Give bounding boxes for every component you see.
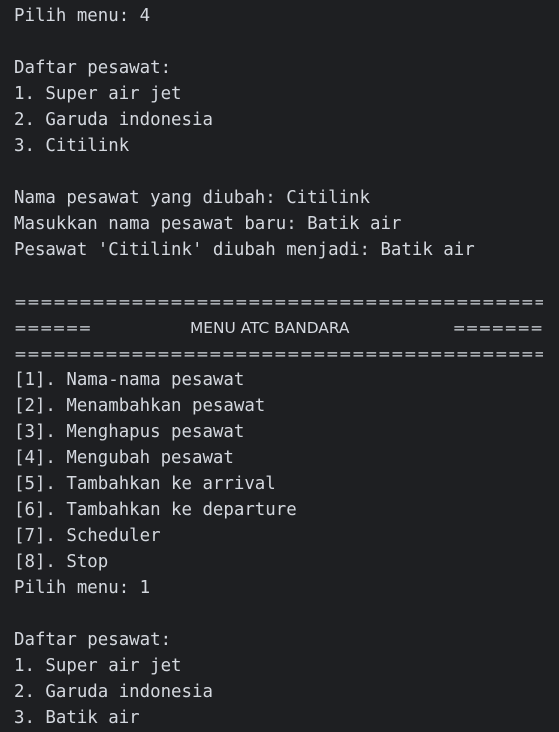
- console-line: Daftar pesawat:: [14, 630, 172, 650]
- menu-title: MENU ATC BANDARA: [190, 319, 350, 337]
- menu-item: [1]. Nama-nama pesawat: [14, 370, 245, 390]
- console-line: 1. Super air jet: [14, 656, 182, 676]
- menu-item: [4]. Mengubah pesawat: [14, 448, 234, 468]
- console-line: 1. Super air jet: [14, 84, 182, 104]
- console-line: Pesawat 'Citilink' diubah menjadi: Batik…: [14, 240, 475, 260]
- console-line: Pilih menu: 4: [14, 6, 151, 26]
- console-line: 2. Garuda indonesia: [14, 110, 213, 130]
- menu-item: [7]. Scheduler: [14, 526, 161, 546]
- console-line: Nama pesawat yang diubah: Citilink: [14, 188, 370, 208]
- menu-item: [6]. Tambahkan ke departure: [14, 500, 297, 520]
- separator-line: ========================================…: [14, 293, 543, 311]
- console-line: 2. Garuda indonesia: [14, 682, 213, 702]
- menu-item: [8]. Stop: [14, 552, 109, 572]
- menu-item: [2]. Menambahkan pesawat: [14, 396, 266, 416]
- menu-title-row: ====== MENU ATC BANDARA =======: [14, 315, 543, 341]
- menu-item: [3]. Menghapus pesawat: [14, 422, 245, 442]
- separator-line: ========================================…: [14, 345, 543, 363]
- console-line: Daftar pesawat:: [14, 58, 172, 78]
- console-line: Pilih menu: 1: [14, 578, 151, 598]
- menu-item: [5]. Tambahkan ke arrival: [14, 474, 276, 494]
- console-line: 3. Batik air: [14, 708, 140, 728]
- console-line: 3. Citilink: [14, 136, 130, 156]
- title-right-rule: =======: [452, 319, 543, 337]
- console-line: Masukkan nama pesawat baru: Batik air: [14, 214, 402, 234]
- title-left-rule: ======: [14, 319, 92, 337]
- terminal-output[interactable]: Pilih menu: 4 Daftar pesawat: 1. Super a…: [0, 0, 559, 732]
